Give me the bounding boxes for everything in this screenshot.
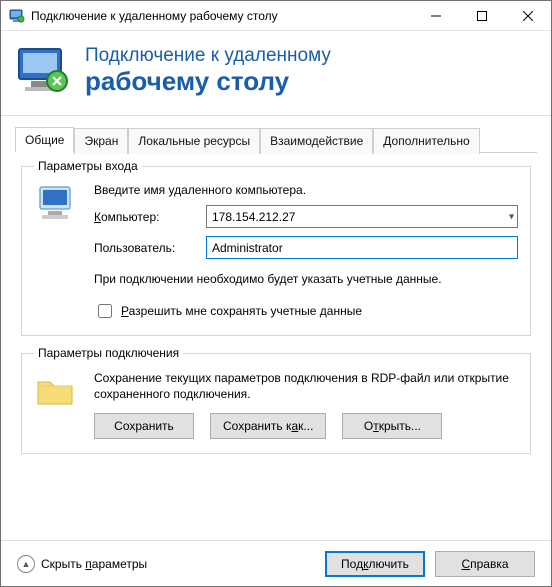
- login-settings-legend: Параметры входа: [34, 159, 142, 173]
- connection-settings-description: Сохранение текущих параметров подключени…: [94, 370, 518, 402]
- connection-settings-group: Параметры подключения Сохранение текущих…: [21, 346, 531, 453]
- remember-credentials-row[interactable]: Разрешить мне сохранять учетные данные: [94, 301, 518, 321]
- computer-icon: [34, 183, 82, 321]
- open-button[interactable]: Открыть...: [342, 413, 442, 439]
- window-title: Подключение к удаленному рабочему столу: [31, 9, 278, 23]
- tabs: Общие Экран Локальные ресурсы Взаимодейс…: [1, 116, 551, 152]
- tab-local-resources[interactable]: Локальные ресурсы: [128, 128, 260, 154]
- tab-content: Параметры входа Введите имя удаленного к…: [1, 153, 551, 540]
- chevron-up-icon: ▲: [17, 555, 35, 573]
- minimize-button[interactable]: [413, 1, 459, 31]
- help-button[interactable]: Справка: [435, 551, 535, 577]
- user-input[interactable]: [206, 236, 518, 259]
- remember-credentials-label: Разрешить мне сохранять учетные данные: [121, 304, 362, 318]
- tab-experience[interactable]: Взаимодействие: [260, 128, 373, 154]
- login-hint-bottom: При подключении необходимо будет указать…: [94, 271, 518, 287]
- tab-general[interactable]: Общие: [15, 127, 74, 153]
- banner: Подключение к удаленному рабочему столу: [1, 31, 551, 116]
- connect-button[interactable]: Подключить: [325, 551, 425, 577]
- banner-heading-line2: рабочему столу: [85, 67, 331, 96]
- rdc-window: Подключение к удаленному рабочему столу: [0, 0, 552, 587]
- remember-credentials-checkbox[interactable]: [98, 304, 112, 318]
- folder-icon: [34, 370, 82, 438]
- computer-combo[interactable]: ▾: [206, 205, 518, 228]
- user-label: Пользователь:: [94, 241, 196, 255]
- footer: ▲ Скрыть параметры Подключить Справка: [1, 540, 551, 586]
- login-hint-top: Введите имя удаленного компьютера.: [94, 183, 518, 197]
- close-button[interactable]: [505, 1, 551, 31]
- banner-heading-line1: Подключение к удаленному: [85, 46, 331, 67]
- computer-label: Компьютер:: [94, 210, 196, 224]
- app-icon: [9, 8, 25, 24]
- tab-display[interactable]: Экран: [74, 128, 128, 154]
- login-settings-group: Параметры входа Введите имя удаленного к…: [21, 159, 531, 336]
- titlebar: Подключение к удаленному рабочему столу: [1, 1, 551, 31]
- connection-settings-legend: Параметры подключения: [34, 346, 183, 360]
- hide-options-label: Скрыть параметры: [41, 557, 147, 571]
- save-as-button[interactable]: Сохранить как...: [210, 413, 326, 439]
- tab-advanced[interactable]: Дополнительно: [373, 128, 479, 154]
- computer-input[interactable]: [206, 205, 518, 228]
- banner-monitor-icon: [15, 41, 75, 101]
- hide-options-toggle[interactable]: ▲ Скрыть параметры: [17, 555, 147, 573]
- maximize-button[interactable]: [459, 1, 505, 31]
- save-button[interactable]: Сохранить: [94, 413, 194, 439]
